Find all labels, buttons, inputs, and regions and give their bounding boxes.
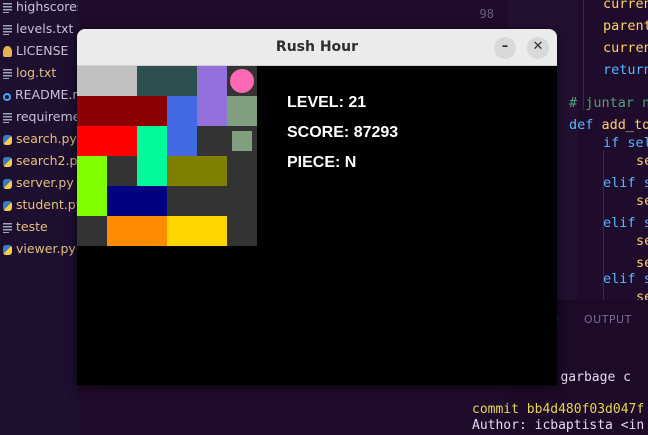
- function-name: add_to: [601, 117, 648, 133]
- car-piece[interactable]: [137, 66, 197, 96]
- code-line[interactable]: se: [636, 230, 648, 252]
- file-item[interactable]: teste: [0, 216, 78, 238]
- file-item[interactable]: viewer.py: [0, 238, 78, 260]
- rush-hour-window[interactable]: Rush Hour – ✕ LEVEL: 21 SCORE: 87293 PIE…: [77, 29, 557, 385]
- info-icon: [3, 93, 11, 101]
- level-display: LEVEL: 21: [287, 94, 366, 112]
- minimize-button[interactable]: –: [494, 37, 516, 59]
- terminal-line: commit bb4d480f03d047f: [472, 402, 645, 417]
- tab-output[interactable]: OUTPUT: [584, 313, 632, 326]
- level-value: 21: [348, 94, 367, 111]
- code-line[interactable]: parent: [603, 15, 648, 37]
- file-explorer: highscores.json levels.txt LICENSE log.txt R…: [0, 0, 78, 435]
- code-line[interactable]: se: [636, 190, 648, 212]
- file-item[interactable]: log.txt: [0, 62, 78, 84]
- window-title: Rush Hour: [275, 39, 359, 55]
- python-icon: [3, 135, 12, 145]
- file-name: levels.txt: [16, 21, 74, 36]
- file-item[interactable]: highscores.json: [0, 0, 78, 18]
- car-piece[interactable]: [197, 66, 227, 126]
- score-value: 87293: [353, 124, 399, 141]
- keyword: def: [569, 117, 602, 133]
- python-icon: [3, 179, 12, 189]
- file-name: server.py: [16, 175, 74, 190]
- file-name: student.py: [16, 197, 78, 212]
- file-name: search.py: [16, 131, 77, 146]
- car-piece[interactable]: [107, 216, 167, 246]
- file-name: log.txt: [16, 65, 57, 80]
- file-item[interactable]: server.py: [0, 172, 78, 194]
- car-piece[interactable]: [77, 66, 137, 96]
- close-icon: ✕: [532, 39, 544, 54]
- file-name: LICENSE: [16, 43, 69, 58]
- terminal-line: Author: icbaptista <in: [472, 418, 645, 433]
- score-label: SCORE:: [287, 124, 350, 141]
- piece-value: N: [344, 154, 357, 171]
- code-line[interactable]: current: [603, 0, 648, 15]
- close-button[interactable]: ✕: [527, 37, 549, 59]
- window-titlebar[interactable]: Rush Hour – ✕: [77, 29, 557, 66]
- level-label: LEVEL:: [287, 94, 344, 111]
- game-board[interactable]: [77, 66, 257, 246]
- car-piece[interactable]: [167, 96, 197, 156]
- car-piece[interactable]: [167, 156, 227, 186]
- file-lines-icon: [3, 23, 12, 35]
- car-piece[interactable]: [227, 96, 257, 126]
- piece-label: PIECE:: [287, 154, 341, 171]
- file-item[interactable]: search.py: [0, 128, 78, 150]
- car-piece[interactable]: [107, 186, 167, 216]
- python-icon: [3, 157, 12, 167]
- line-number: 98: [479, 7, 494, 21]
- car-piece[interactable]: [77, 96, 167, 126]
- file-name: README.md: [15, 87, 78, 102]
- file-lines-icon: [3, 67, 12, 79]
- car-piece[interactable]: [77, 126, 137, 156]
- file-name: viewer.py: [16, 241, 76, 256]
- license-icon: [3, 46, 12, 57]
- file-name: teste: [16, 219, 48, 234]
- file-name: search2.py: [16, 153, 78, 168]
- file-name: highscores.json: [16, 0, 78, 14]
- wall-block: [232, 131, 252, 151]
- minimize-icon: –: [501, 39, 509, 54]
- cursor-circle[interactable]: [230, 69, 254, 93]
- file-lines-icon: [3, 111, 12, 123]
- score-display: SCORE: 87293: [287, 124, 398, 142]
- code-line[interactable]: current: [603, 37, 648, 59]
- file-item[interactable]: student.py: [0, 194, 78, 216]
- file-item[interactable]: LICENSE: [0, 40, 78, 62]
- file-item[interactable]: requirements.txt: [0, 106, 78, 128]
- car-piece[interactable]: [137, 126, 167, 186]
- piece-display: PIECE: N: [287, 154, 356, 172]
- file-item[interactable]: search2.py: [0, 150, 78, 172]
- code-line[interactable]: return: [603, 59, 648, 81]
- file-item[interactable]: README.md: [0, 84, 78, 106]
- car-piece[interactable]: [77, 156, 107, 216]
- code-line[interactable]: # juntar n: [569, 92, 648, 114]
- json-icon: [3, 1, 12, 13]
- python-icon: [3, 245, 12, 255]
- car-piece[interactable]: [167, 216, 227, 246]
- file-name: requirements.txt: [16, 109, 78, 124]
- file-item[interactable]: levels.txt: [0, 18, 78, 40]
- python-icon: [3, 201, 12, 211]
- file-lines-icon: [3, 221, 12, 233]
- code-line[interactable]: se: [636, 150, 648, 172]
